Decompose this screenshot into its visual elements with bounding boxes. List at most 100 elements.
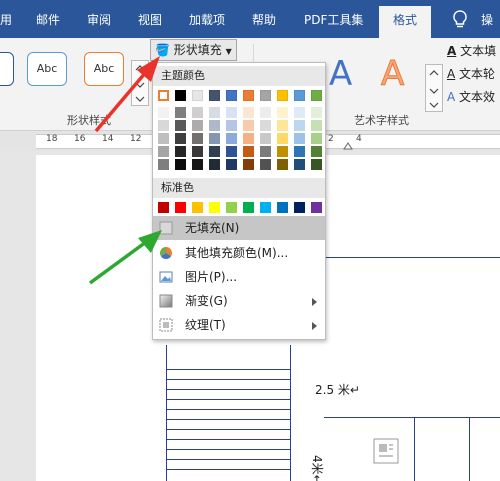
wordart-gallery-scroll[interactable] bbox=[425, 64, 443, 112]
tab-review[interactable]: 审阅 bbox=[87, 11, 111, 28]
layout-options-icon[interactable] bbox=[373, 438, 399, 464]
tab-view[interactable]: 视图 bbox=[138, 11, 162, 28]
theme-shade-swatch[interactable] bbox=[277, 133, 288, 144]
theme-shade-swatch[interactable] bbox=[226, 120, 237, 131]
theme-shade-swatch[interactable] bbox=[175, 133, 186, 144]
standard-color-swatch[interactable] bbox=[209, 202, 220, 213]
theme-shade-swatch[interactable] bbox=[243, 159, 254, 170]
theme-shade-swatch[interactable] bbox=[294, 159, 305, 170]
theme-shade-swatch[interactable] bbox=[311, 133, 322, 144]
theme-shade-swatch[interactable] bbox=[175, 120, 186, 131]
no-fill-item[interactable]: 无填充(N) bbox=[153, 216, 325, 240]
theme-shade-swatch[interactable] bbox=[175, 159, 186, 170]
theme-shade-swatch[interactable] bbox=[260, 120, 271, 131]
theme-shade-swatch[interactable] bbox=[294, 120, 305, 131]
theme-color-swatch[interactable] bbox=[311, 90, 322, 101]
gradient-fill-item[interactable]: 渐变(G) bbox=[153, 289, 325, 313]
theme-shade-swatch[interactable] bbox=[209, 107, 220, 118]
theme-shade-swatch[interactable] bbox=[158, 146, 169, 157]
theme-shade-swatch[interactable] bbox=[192, 107, 203, 118]
texture-fill-item[interactable]: 纹理(T) bbox=[153, 313, 325, 337]
theme-color-swatch[interactable] bbox=[209, 90, 220, 101]
theme-shade-swatch[interactable] bbox=[158, 107, 169, 118]
theme-shade-swatch[interactable] bbox=[311, 107, 322, 118]
shape-style-preview-1[interactable] bbox=[0, 52, 14, 86]
tab-addins[interactable]: 加载项 bbox=[189, 11, 225, 28]
theme-shade-swatch[interactable] bbox=[243, 133, 254, 144]
theme-color-swatch[interactable] bbox=[226, 90, 237, 101]
indent-marker-icon[interactable] bbox=[343, 142, 353, 150]
theme-shade-swatch[interactable] bbox=[294, 146, 305, 157]
tab-help[interactable]: 帮助 bbox=[252, 11, 276, 28]
theme-color-swatch[interactable] bbox=[294, 90, 305, 101]
tab-format[interactable]: 格式 bbox=[379, 6, 432, 38]
theme-shade-swatch[interactable] bbox=[226, 159, 237, 170]
theme-shade-swatch[interactable] bbox=[175, 146, 186, 157]
theme-shade-swatch[interactable] bbox=[311, 146, 322, 157]
theme-shade-swatch[interactable] bbox=[209, 120, 220, 131]
theme-color-swatch[interactable] bbox=[158, 90, 169, 101]
theme-shade-swatch[interactable] bbox=[260, 133, 271, 144]
theme-shade-swatch[interactable] bbox=[192, 120, 203, 131]
standard-color-swatch[interactable] bbox=[311, 202, 322, 213]
theme-shade-swatch[interactable] bbox=[209, 133, 220, 144]
theme-shade-swatch[interactable] bbox=[311, 159, 322, 170]
theme-shade-swatch[interactable] bbox=[192, 146, 203, 157]
ruler-number: 14 bbox=[102, 134, 114, 144]
theme-shade-swatch[interactable] bbox=[158, 159, 169, 170]
theme-shade-swatch[interactable] bbox=[209, 159, 220, 170]
standard-color-swatch[interactable] bbox=[158, 202, 169, 213]
theme-shade-swatch[interactable] bbox=[158, 120, 169, 131]
theme-shade-swatch[interactable] bbox=[294, 133, 305, 144]
standard-color-swatch[interactable] bbox=[192, 202, 203, 213]
wordart-preview-blue[interactable]: A bbox=[329, 54, 352, 94]
theme-shade-swatch[interactable] bbox=[226, 146, 237, 157]
theme-shade-swatch[interactable] bbox=[243, 120, 254, 131]
tab-pdf-tools[interactable]: PDF工具集 bbox=[304, 11, 363, 28]
theme-shade-swatch[interactable] bbox=[192, 133, 203, 144]
standard-color-swatch[interactable] bbox=[226, 202, 237, 213]
text-fill-button[interactable]: A 文本填 bbox=[447, 42, 496, 59]
theme-color-swatch[interactable] bbox=[192, 90, 203, 101]
shape-style-gallery-scroll[interactable] bbox=[131, 60, 149, 106]
theme-shade-swatch[interactable] bbox=[175, 107, 186, 118]
standard-color-swatch[interactable] bbox=[175, 202, 186, 213]
theme-shade-swatch[interactable] bbox=[226, 107, 237, 118]
tab-operate-partial[interactable]: 操 bbox=[481, 11, 493, 28]
shape-style-preview-3[interactable]: Abc bbox=[84, 52, 124, 86]
theme-shade-swatch[interactable] bbox=[243, 107, 254, 118]
theme-color-swatch[interactable] bbox=[277, 90, 288, 101]
theme-shade-swatch[interactable] bbox=[277, 146, 288, 157]
theme-shade-swatch[interactable] bbox=[260, 107, 271, 118]
standard-color-swatch[interactable] bbox=[294, 202, 305, 213]
theme-shade-swatch[interactable] bbox=[226, 133, 237, 144]
theme-shade-swatch[interactable] bbox=[277, 107, 288, 118]
theme-shade-swatch[interactable] bbox=[260, 146, 271, 157]
more-fill-colors-label: 其他填充颜色(M)... bbox=[185, 246, 289, 260]
standard-color-swatch[interactable] bbox=[277, 202, 288, 213]
wordart-preview-orange[interactable]: A bbox=[380, 54, 404, 95]
theme-shade-swatch[interactable] bbox=[294, 107, 305, 118]
text-outline-button[interactable]: A 文本轮 bbox=[447, 65, 495, 82]
standard-color-swatch[interactable] bbox=[260, 202, 271, 213]
theme-shade-swatch[interactable] bbox=[243, 146, 254, 157]
picture-fill-item[interactable]: 图片(P)... bbox=[153, 265, 325, 289]
theme-shade-swatch[interactable] bbox=[311, 120, 322, 131]
shape-fill-button[interactable]: 🪣 形状填充 ▼ bbox=[150, 39, 237, 61]
theme-shade-swatch[interactable] bbox=[209, 146, 220, 157]
standard-color-swatch[interactable] bbox=[243, 202, 254, 213]
theme-shade-swatch[interactable] bbox=[277, 159, 288, 170]
theme-shade-swatch[interactable] bbox=[260, 159, 271, 170]
theme-color-swatch[interactable] bbox=[175, 90, 186, 101]
theme-shade-swatch[interactable] bbox=[158, 133, 169, 144]
theme-shade-swatch[interactable] bbox=[192, 159, 203, 170]
tab-partial-left[interactable]: 用 bbox=[0, 11, 12, 28]
more-fill-colors-item[interactable]: 其他填充颜色(M)... bbox=[153, 241, 325, 265]
tab-mailings[interactable]: 邮件 bbox=[36, 11, 60, 28]
shape-style-preview-2[interactable]: Abc bbox=[27, 52, 67, 86]
text-effects-button[interactable]: A 文本效 bbox=[447, 88, 495, 105]
theme-color-swatch[interactable] bbox=[260, 90, 271, 101]
theme-shade-swatch[interactable] bbox=[277, 120, 288, 131]
theme-color-swatch[interactable] bbox=[243, 90, 254, 101]
lightbulb-icon[interactable] bbox=[450, 9, 470, 29]
